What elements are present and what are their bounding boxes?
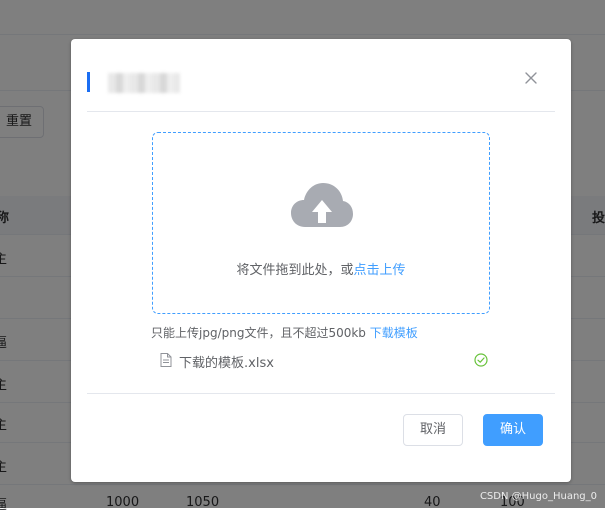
upload-tip-text: 只能上传jpg/png文件，且不超过500kb bbox=[151, 326, 366, 340]
upload-cloud-icon bbox=[291, 183, 353, 227]
circle-check-icon bbox=[474, 353, 488, 367]
close-button[interactable] bbox=[520, 67, 542, 89]
uploaded-file-item[interactable]: 下载的模板.xlsx bbox=[158, 350, 490, 372]
title-accent-bar bbox=[87, 72, 90, 92]
dropzone-text: 将文件拖到此处，或点击上传 bbox=[153, 259, 489, 278]
upload-tip: 只能上传jpg/png文件，且不超过500kb 下载模板 bbox=[151, 324, 418, 341]
import-dialog: 将文件拖到此处，或点击上传 只能上传jpg/png文件，且不超过500kb 下载… bbox=[71, 39, 571, 482]
download-template-link[interactable]: 下载模板 bbox=[370, 326, 418, 340]
dialog-footer-divider bbox=[87, 393, 555, 394]
cancel-button[interactable]: 取消 bbox=[403, 414, 463, 446]
click-upload-link[interactable]: 点击上传 bbox=[354, 263, 406, 278]
file-name: 下载的模板.xlsx bbox=[179, 356, 274, 371]
document-icon bbox=[160, 353, 172, 367]
drag-text: 将文件拖到此处，或 bbox=[236, 263, 354, 278]
close-icon bbox=[525, 72, 537, 84]
upload-dropzone[interactable]: 将文件拖到此处，或点击上传 bbox=[152, 132, 490, 314]
confirm-button[interactable]: 确认 bbox=[483, 414, 543, 446]
watermark: CSDN @Hugo_Huang_0 bbox=[479, 491, 597, 502]
dialog-title-redacted bbox=[108, 73, 180, 93]
